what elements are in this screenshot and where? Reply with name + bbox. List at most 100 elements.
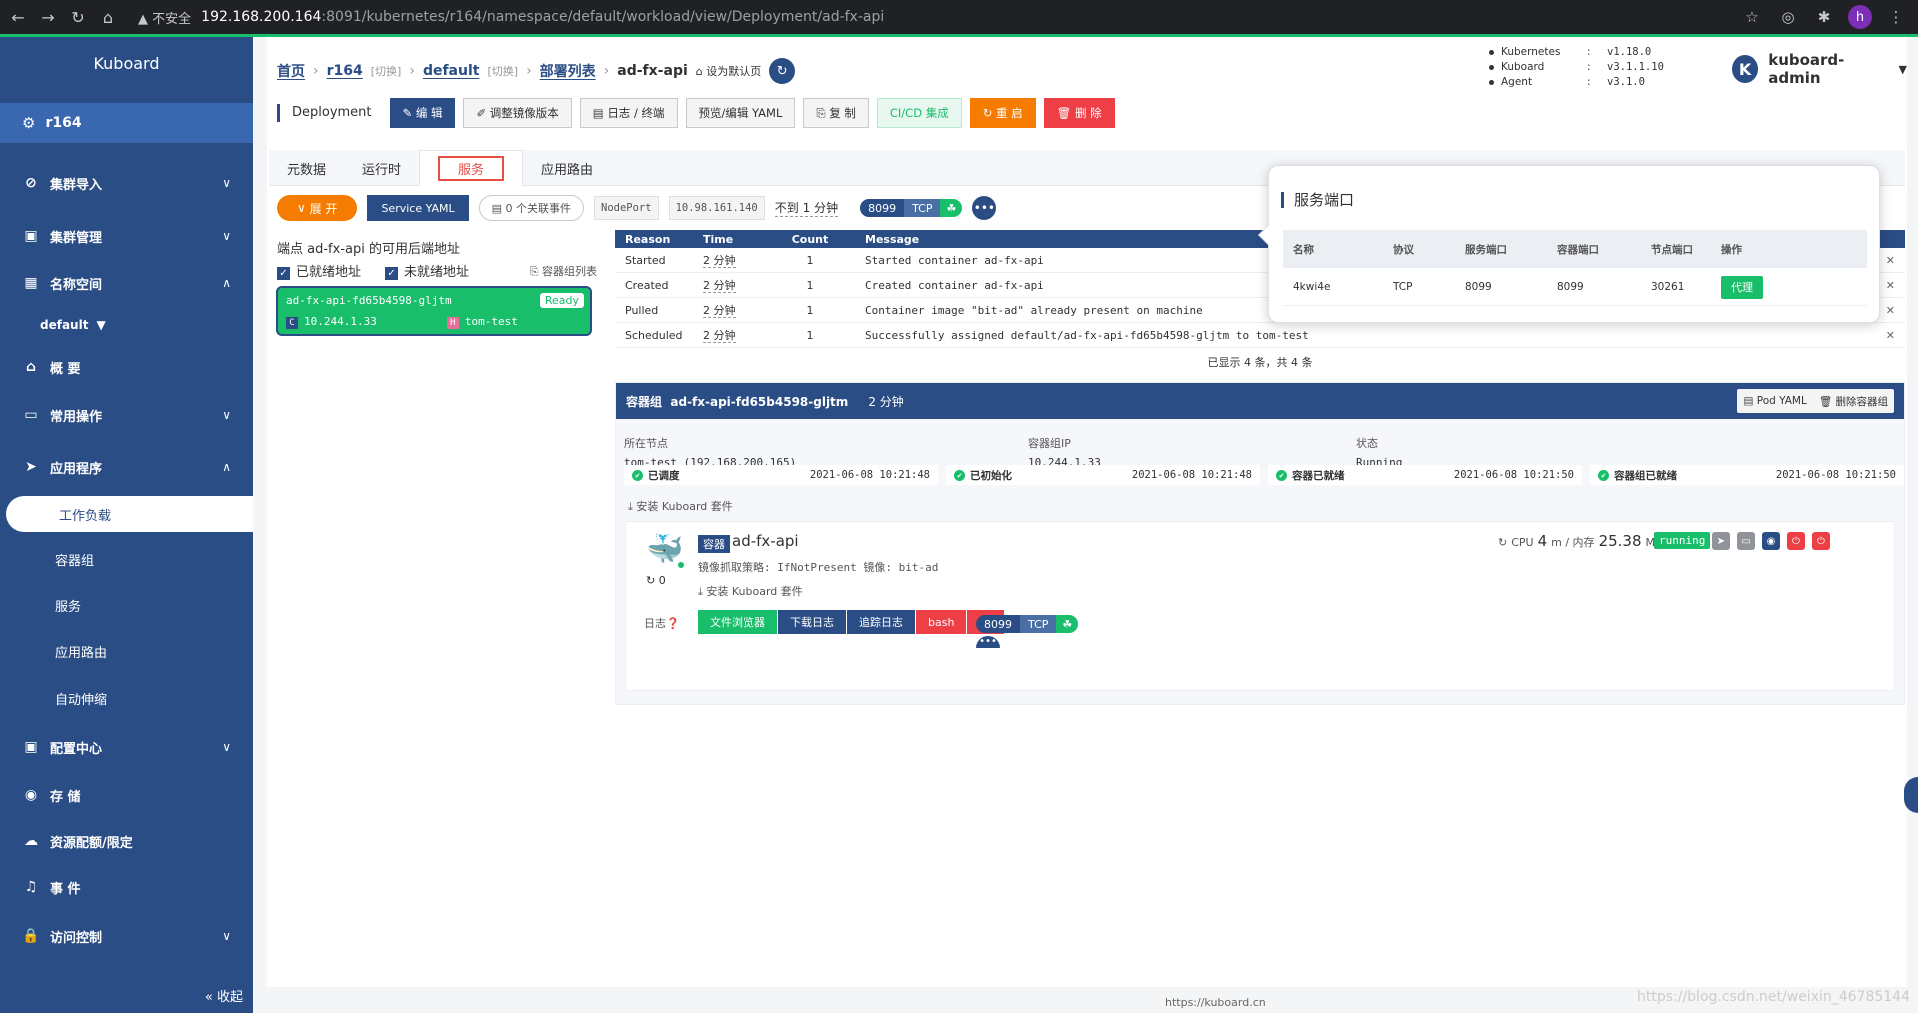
related-events-button[interactable]: ▤ 0 个关联事件: [478, 195, 584, 221]
port-protocol: TCP: [1393, 280, 1413, 293]
ready-checkbox[interactable]: ✓ 已就绪地址: [277, 261, 361, 280]
insecure-warning[interactable]: ▲ 不安全: [138, 8, 191, 27]
database-icon[interactable]: ◉: [1762, 532, 1780, 550]
restart-count: ↻ 0: [646, 574, 666, 587]
sidebar-item-namespace[interactable]: ▦ 名称空间 ∧: [0, 263, 253, 303]
cicd-button[interactable]: CI/CD 集成: [876, 98, 962, 128]
age-value: 1: [802, 201, 811, 215]
service-port-pill[interactable]: 8099 TCP ☘: [860, 199, 963, 217]
collapse-label: 收起: [216, 990, 243, 1005]
sidebar-collapse[interactable]: « 收起: [205, 986, 243, 1005]
sidebar-cluster[interactable]: ⚙ r164: [0, 103, 253, 143]
service-yaml-button[interactable]: Service YAML: [367, 195, 469, 221]
sidebar-item-manage[interactable]: ▣ 集群管理 ∨: [0, 216, 253, 256]
expand-label: 展 开: [309, 201, 338, 216]
crumb-namespace[interactable]: default: [423, 63, 480, 79]
notready-checkbox[interactable]: ✓ 未就绪地址: [385, 261, 469, 280]
close-icon[interactable]: ✕: [1886, 254, 1895, 267]
close-icon[interactable]: ✕: [1886, 304, 1895, 317]
extension-circle-icon[interactable]: ◎: [1776, 5, 1800, 29]
sidebar-item-import[interactable]: ⊘ 集群导入 ∨: [0, 163, 253, 203]
proxy-button[interactable]: 代理: [1721, 275, 1763, 299]
tab-runtime[interactable]: 运行时: [344, 150, 419, 186]
sidebar-item-apps[interactable]: ➤ 应用程序 ∧: [0, 447, 253, 487]
tab-service[interactable]: 服务: [419, 150, 524, 186]
reload-icon[interactable]: ↻: [66, 5, 90, 29]
footer-link[interactable]: https://kuboard.cn: [1165, 996, 1266, 1009]
bookmark-star-icon[interactable]: ☆: [1740, 5, 1764, 29]
sidebar-item-events[interactable]: ♫ 事 件: [0, 867, 253, 907]
condition-name: 已调度: [632, 468, 680, 483]
edit-label: 编 辑: [415, 106, 443, 120]
caret-down-icon: ▼: [96, 318, 106, 332]
delete-button[interactable]: 🗑 删 除: [1043, 98, 1115, 128]
sidebar-item-workload[interactable]: 工作负载: [6, 496, 253, 532]
sidebar-item-storage[interactable]: ◉ 存 储: [0, 775, 253, 815]
brand-logo[interactable]: Kuboard: [0, 37, 253, 89]
endpoint-pod-card[interactable]: ad-fx-api-fd65b4598-gljtm Ready C 10.244.…: [276, 286, 592, 336]
set-default-page[interactable]: ⌂ 设为默认页: [696, 63, 761, 79]
back-icon[interactable]: ←: [6, 5, 30, 29]
stop-icon[interactable]: ⏻: [1812, 532, 1830, 550]
tail-log-button[interactable]: 追踪日志: [846, 610, 915, 634]
container-install-link[interactable]: ⤓ 安装 Kuboard 套件: [698, 583, 803, 599]
more-button[interactable]: •••: [976, 636, 1000, 648]
restart-button[interactable]: ↻ 重 启: [969, 98, 1036, 128]
sidebar-item-services[interactable]: 服务: [0, 587, 253, 623]
host-icon: H: [446, 317, 459, 329]
power-icon[interactable]: ⏻: [1787, 532, 1805, 550]
content-panel: 首页 › r164 [切换] › default [切换] › 部署列表 › ad-fx-a…: [267, 37, 1907, 987]
switch-cluster-link[interactable]: [切换]: [371, 63, 402, 79]
close-icon[interactable]: ✕: [1886, 329, 1895, 342]
logs-terminal-button[interactable]: ▤ 日志 / 终端: [579, 98, 678, 128]
tab-ingress[interactable]: 应用路由: [523, 150, 611, 186]
address-bar[interactable]: 192.168.200.164:8091/kubernetes/r164/nam…: [201, 9, 884, 25]
switch-namespace-link[interactable]: [切换]: [487, 63, 518, 79]
file-browser-button[interactable]: 文件浏览器: [698, 610, 777, 634]
send-icon[interactable]: ➤: [1712, 532, 1730, 550]
crumb-deploy-list[interactable]: 部署列表: [540, 61, 596, 81]
status-badge: Ready: [539, 293, 584, 308]
pod-yaml-button[interactable]: ▤ Pod YAML: [1743, 395, 1806, 407]
sidebar-label: 集群导入: [50, 177, 103, 193]
edit-button[interactable]: ✎ 编 辑: [389, 98, 456, 128]
container-status: running: [1654, 532, 1711, 549]
namespace-selector[interactable]: default ▼: [0, 305, 253, 345]
sidebar-item-pods[interactable]: 容器组: [0, 541, 253, 577]
adjust-image-button[interactable]: ✐ 调整镜像版本: [463, 98, 572, 128]
sidebar-item-config[interactable]: ▣ 配置中心 ∨: [0, 727, 253, 767]
container-port-pill[interactable]: 8099 TCP ☘: [976, 615, 1079, 633]
crumb-cluster[interactable]: r164: [327, 63, 363, 79]
terminal-icon[interactable]: ▭: [1737, 532, 1755, 550]
sidebar-item-autoscale[interactable]: 自动伸缩: [0, 680, 253, 716]
user-menu[interactable]: K kuboard-admin ▼: [1732, 51, 1907, 87]
forward-icon[interactable]: →: [36, 5, 60, 29]
extensions-puzzle-icon[interactable]: ✱: [1812, 5, 1836, 29]
more-ports-button[interactable]: •••: [972, 196, 997, 220]
edit-yaml-button[interactable]: 预览/编辑 YAML: [685, 98, 796, 128]
download-log-button[interactable]: 下载日志: [777, 610, 846, 634]
sidebar-item-common-ops[interactable]: ▭ 常用操作 ∨: [0, 395, 253, 435]
refresh-button[interactable]: ↻: [769, 58, 796, 84]
browser-menu-icon[interactable]: ⋮: [1884, 5, 1908, 29]
status-dot: [678, 562, 684, 568]
endpoint-ip-value: 10.244.1.33: [304, 315, 377, 328]
sidebar-label: 集群管理: [50, 230, 103, 246]
install-suite-link[interactable]: ⤓ 安装 Kuboard 套件: [628, 498, 733, 514]
expand-button[interactable]: ∨ 展 开: [277, 195, 358, 221]
sidebar-item-ingress[interactable]: 应用路由: [0, 633, 253, 669]
copy-button[interactable]: ⎘ 复 制: [803, 98, 869, 128]
sidebar-item-access[interactable]: 🔒 访问控制 ∨: [0, 916, 253, 956]
bash-button[interactable]: bash: [915, 610, 967, 634]
crumb-home[interactable]: 首页: [277, 61, 305, 81]
delete-pod-button[interactable]: 🗑 删除容器组: [1819, 394, 1888, 409]
close-icon[interactable]: ✕: [1886, 279, 1895, 292]
profile-avatar[interactable]: h: [1848, 5, 1872, 29]
chat-icon[interactable]: [1904, 777, 1918, 813]
event-time: 2 分钟: [695, 277, 765, 293]
sidebar-item-overview[interactable]: ⌂ 概 要: [0, 347, 253, 387]
sidebar-item-quota[interactable]: ☁ 资源配额/限定: [0, 821, 253, 861]
pod-list-link[interactable]: ⎘ 容器组列表: [530, 263, 597, 279]
home-icon[interactable]: ⌂: [96, 5, 120, 29]
tab-metadata[interactable]: 元数据: [269, 150, 344, 186]
